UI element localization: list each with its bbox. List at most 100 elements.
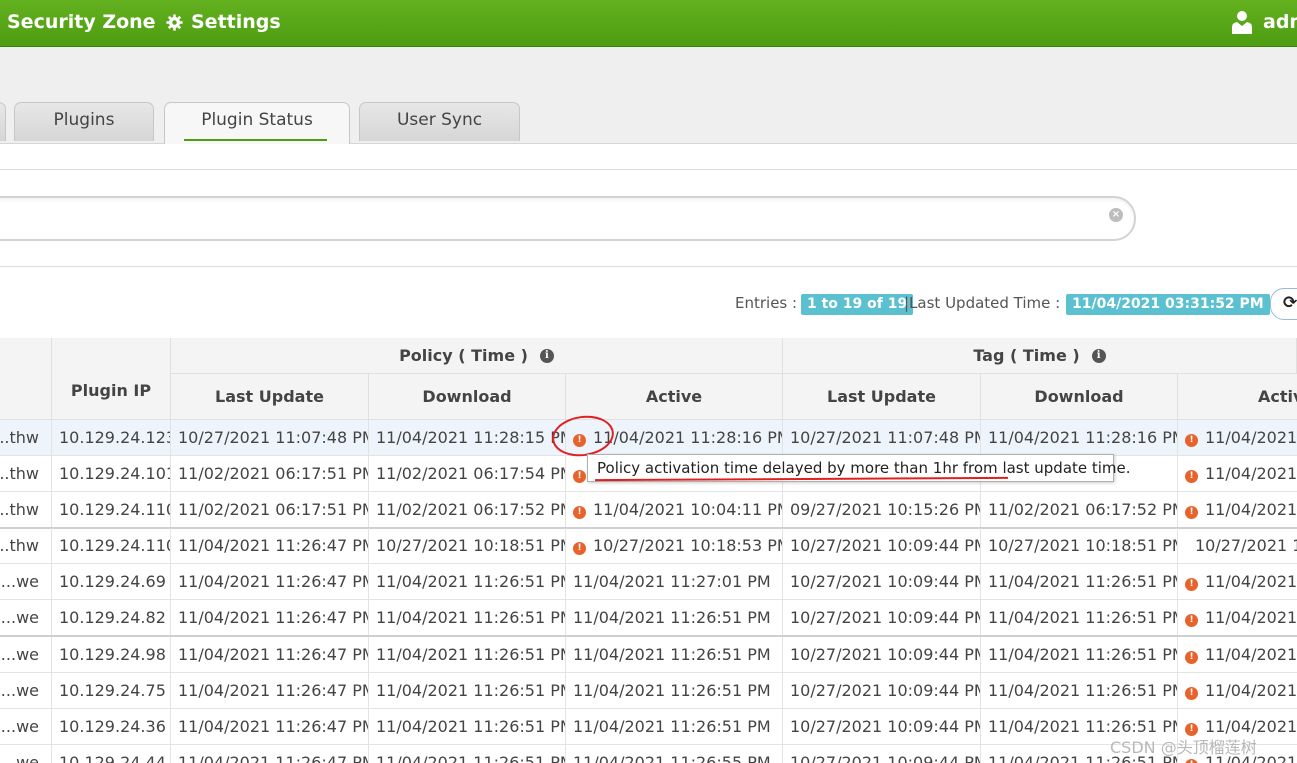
cell-t-active: ! 11/04/2021 1 bbox=[1178, 600, 1297, 636]
cell-text: 10/27/2021 10:09:44 PM bbox=[790, 681, 981, 700]
table-row[interactable]: we... 10.129.24.98 11/04/2021 11:26:47 PM 1… bbox=[0, 637, 1297, 673]
refresh-button[interactable]: ⟳ bbox=[1270, 288, 1297, 320]
table-row[interactable]: thw... 10.129.24.123 10/27/2021 11:07:48 P… bbox=[0, 420, 1297, 456]
cell-text: we... bbox=[0, 608, 39, 627]
cell-p-down: 11/04/2021 11:28:15 PM bbox=[369, 420, 566, 456]
warning-icon[interactable]: ! bbox=[573, 470, 586, 483]
entries-label: Entries : bbox=[735, 294, 798, 312]
header-tag-active-label: Activ bbox=[1258, 387, 1297, 406]
cell-text: 11/04/2021 11:27:01 PM bbox=[573, 572, 771, 591]
cell-ip: 10.129.24.82 bbox=[52, 600, 171, 636]
cell-p-last: 11/04/2021 11:26:47 PM bbox=[171, 673, 369, 709]
cell-p-last: 11/02/2021 06:17:51 PM bbox=[171, 456, 369, 492]
nav-settings-label: Settings bbox=[191, 11, 281, 33]
user-name: adm bbox=[1263, 11, 1297, 33]
warning-icon[interactable]: ! bbox=[1185, 687, 1198, 700]
cell-t-down: 11/04/2021 11:26:51 PM bbox=[981, 637, 1178, 673]
warning-icon[interactable]: ! bbox=[1185, 578, 1198, 591]
cell-p-active: 11/04/2021 11:26:51 PM bbox=[566, 637, 783, 673]
cell-ip: 10.129.24.36 bbox=[52, 709, 171, 745]
cell-text: we... bbox=[0, 645, 39, 664]
warning-icon[interactable]: ! bbox=[1185, 434, 1198, 447]
header-tag-last-update[interactable]: Last Update bbox=[783, 374, 981, 420]
cell-t-down: 11/02/2021 06:17:52 PM bbox=[981, 492, 1178, 528]
cell-t-down: 11/04/2021 11:26:51 PM bbox=[981, 564, 1178, 600]
warning-icon[interactable]: ! bbox=[573, 542, 586, 555]
cell-text: 11/02/2021 06:17:52 PM bbox=[988, 500, 1178, 519]
cell-text: 10/27/2021 10:09:44 PM bbox=[790, 645, 981, 664]
cell-p-active: ! 11/04/2021 10:04:11 PM bbox=[566, 492, 783, 528]
table-row[interactable]: thw... 10.129.24.110 11/02/2021 06:17:51 P… bbox=[0, 492, 1297, 528]
header-policy-active[interactable]: Active bbox=[566, 374, 783, 420]
warning-icon[interactable]: ! bbox=[1185, 759, 1198, 763]
cell-name: we... bbox=[0, 673, 52, 709]
warning-icon[interactable]: ! bbox=[573, 506, 586, 519]
cell-text: we... bbox=[0, 717, 39, 736]
cell-text: 10/27/2021 10:09:44 PM bbox=[790, 608, 981, 627]
header-plugin-ip[interactable]: Plugin IP bbox=[52, 338, 171, 420]
cell-text: 11/04/2021 11:26:47 PM bbox=[178, 717, 369, 736]
search-input[interactable] bbox=[0, 196, 1136, 241]
cell-p-down: 11/02/2021 06:17:52 PM bbox=[369, 492, 566, 528]
cell-text: 10/27/2021 10:09:44 PM bbox=[790, 753, 981, 763]
cell-text: 10/27/2021 11:07:48 PM bbox=[178, 428, 369, 447]
table-row[interactable]: we... 10.129.24.75 11/04/2021 11:26:47 PM 1… bbox=[0, 673, 1297, 709]
cell-p-down: 11/04/2021 11:26:51 PM bbox=[369, 673, 566, 709]
header-tag-active[interactable]: Activ bbox=[1178, 374, 1297, 420]
info-icon[interactable]: i bbox=[1091, 348, 1106, 363]
tab-plugins[interactable]: Plugins bbox=[14, 102, 154, 141]
user-menu[interactable]: adm bbox=[1231, 0, 1297, 44]
header-tag-download[interactable]: Download bbox=[981, 374, 1178, 420]
info-icon[interactable]: i bbox=[539, 348, 554, 363]
cell-text: 10.129.24.123 bbox=[59, 428, 171, 447]
cell-text: 10/27/2021 11:07:48 PM bbox=[790, 428, 981, 447]
cell-text: we... bbox=[0, 753, 39, 763]
cell-p-active: 11/04/2021 11:26:51 PM bbox=[566, 709, 783, 745]
table-row[interactable]: we... 10.129.24.69 11/04/2021 11:26:47 PM 1… bbox=[0, 564, 1297, 600]
tab-user-sync[interactable]: User Sync bbox=[359, 102, 520, 141]
nav-settings[interactable]: Settings bbox=[166, 0, 281, 44]
cell-text: 11/04/2021 11:26:51 PM bbox=[988, 572, 1178, 591]
cell-text: 11/04/2021 11:28:15 PM bbox=[376, 428, 566, 447]
cell-text: 11/04/2021 11:26:47 PM bbox=[178, 608, 369, 627]
cell-p-last: 11/04/2021 11:26:47 PM bbox=[171, 709, 369, 745]
cell-text: 11/04/2021 1 bbox=[1205, 500, 1297, 519]
cell-text: 10.129.24.82 bbox=[59, 608, 166, 627]
tab-plugin-status[interactable]: Plugin Status bbox=[164, 102, 350, 144]
cell-text: 11/04/2021 11:26:51 PM bbox=[988, 645, 1178, 664]
cell-text: 11/04/2021 11:26:51 PM bbox=[376, 681, 566, 700]
cell-p-last: 11/04/2021 11:26:47 PM bbox=[171, 745, 369, 763]
table-row[interactable]: we... 10.129.24.44 11/04/2021 11:26:47 PM 1… bbox=[0, 745, 1297, 763]
cell-text: thw... bbox=[0, 428, 39, 447]
cell-text: 10.129.24.75 bbox=[59, 681, 166, 700]
warning-icon[interactable]: ! bbox=[1185, 470, 1198, 483]
cell-t-active: ! 11/04/2021 1 bbox=[1178, 564, 1297, 600]
warning-icon[interactable]: ! bbox=[1185, 651, 1198, 664]
cell-text: 11/04/2021 1 bbox=[1205, 681, 1297, 700]
cell-text: 10/27/2021 10:09:44 PM bbox=[790, 717, 981, 736]
nav-security-zone[interactable]: Security Zone bbox=[7, 0, 156, 44]
cell-text: 11/04/2021 11:26:55 PM bbox=[573, 753, 771, 763]
warning-icon[interactable]: ! bbox=[1185, 614, 1198, 627]
warning-icon[interactable]: ! bbox=[1185, 506, 1198, 519]
cell-p-last: 11/04/2021 11:26:47 PM bbox=[171, 637, 369, 673]
header-name bbox=[0, 338, 52, 420]
cell-t-last: 10/27/2021 10:09:44 PM bbox=[783, 745, 981, 763]
cell-t-down: 10/27/2021 10:18:51 PM bbox=[981, 528, 1178, 564]
cell-p-down: 11/04/2021 11:26:51 PM bbox=[369, 745, 566, 763]
table-row[interactable]: we... 10.129.24.82 11/04/2021 11:26:47 PM 1… bbox=[0, 600, 1297, 636]
tab-partial[interactable] bbox=[0, 102, 6, 141]
header-policy-download[interactable]: Download bbox=[369, 374, 566, 420]
plugin-status-table: Plugin IP Policy ( Time ) i Tag ( Time )… bbox=[0, 338, 1297, 763]
active-tab-underline bbox=[184, 139, 327, 141]
table-row[interactable]: thw... 10.129.24.110 11/04/2021 11:26:47 P… bbox=[0, 528, 1297, 564]
cell-t-last: 09/27/2021 10:15:26 PM bbox=[783, 492, 981, 528]
cell-t-active: ! 11/04/2021 1 bbox=[1178, 492, 1297, 528]
header-policy-last-update[interactable]: Last Update bbox=[171, 374, 369, 420]
table-row[interactable]: we... 10.129.24.36 11/04/2021 11:26:47 PM 1… bbox=[0, 709, 1297, 745]
cell-ip: 10.129.24.75 bbox=[52, 673, 171, 709]
clear-search-icon[interactable]: × bbox=[1109, 208, 1123, 222]
last-updated-badge: 11/04/2021 03:31:52 PM bbox=[1066, 294, 1270, 315]
cell-text: 11/04/2021 11:26:51 PM bbox=[376, 645, 566, 664]
header-tag-last-update-label: Last Update bbox=[827, 387, 936, 406]
